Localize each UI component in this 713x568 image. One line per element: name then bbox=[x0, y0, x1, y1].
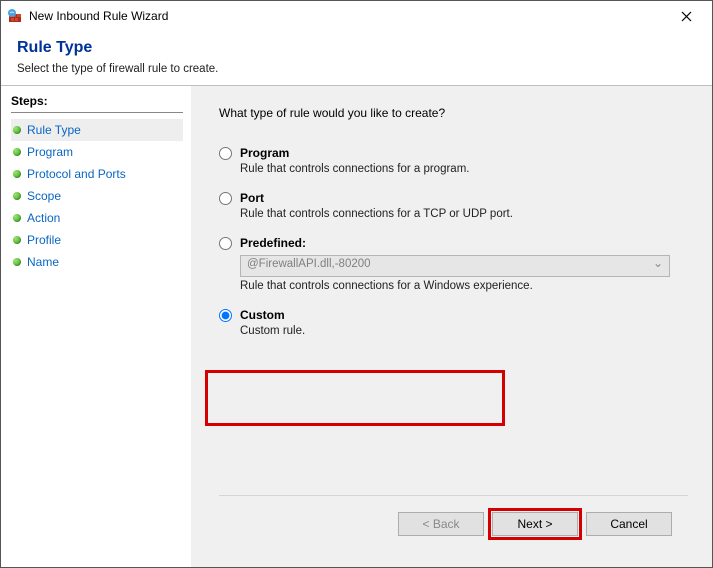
wizard-body: Steps: Rule Type Program Protocol and Po… bbox=[1, 86, 712, 567]
bullet-icon bbox=[13, 170, 21, 178]
radio-port-input[interactable] bbox=[219, 192, 232, 205]
step-name[interactable]: Name bbox=[11, 251, 183, 273]
step-label: Program bbox=[27, 145, 73, 159]
option-desc: Custom rule. bbox=[240, 325, 688, 337]
rule-type-options: Program Rule that controls connections f… bbox=[219, 146, 688, 337]
bullet-icon bbox=[13, 258, 21, 266]
step-label: Rule Type bbox=[27, 123, 81, 137]
step-label: Name bbox=[27, 255, 59, 269]
radio-custom[interactable]: Custom bbox=[219, 308, 688, 322]
firewall-icon bbox=[7, 8, 23, 24]
option-program: Program Rule that controls connections f… bbox=[219, 146, 688, 175]
radio-program[interactable]: Program bbox=[219, 146, 688, 160]
step-label: Profile bbox=[27, 233, 61, 247]
option-desc: Rule that controls connections for a pro… bbox=[240, 163, 688, 175]
content-pane: What type of rule would you like to crea… bbox=[191, 86, 712, 567]
option-custom: Custom Custom rule. bbox=[219, 308, 688, 337]
radio-predefined[interactable]: Predefined: bbox=[219, 236, 688, 250]
predefined-dropdown[interactable]: @FirewallAPI.dll,-80200 bbox=[240, 255, 670, 277]
rule-type-prompt: What type of rule would you like to crea… bbox=[219, 106, 688, 120]
bullet-icon bbox=[13, 192, 21, 200]
radio-predefined-input[interactable] bbox=[219, 237, 232, 250]
option-desc: Rule that controls connections for a Win… bbox=[240, 280, 688, 292]
page-header: Rule Type Select the type of firewall ru… bbox=[1, 31, 712, 85]
predefined-selected-value: @FirewallAPI.dll,-80200 bbox=[247, 258, 371, 270]
step-program[interactable]: Program bbox=[11, 141, 183, 163]
bullet-icon bbox=[13, 214, 21, 222]
steps-pane: Steps: Rule Type Program Protocol and Po… bbox=[1, 86, 191, 567]
close-button[interactable] bbox=[666, 2, 706, 30]
bullet-icon bbox=[13, 236, 21, 244]
step-protocol-ports[interactable]: Protocol and Ports bbox=[11, 163, 183, 185]
titlebar: New Inbound Rule Wizard bbox=[1, 1, 712, 31]
radio-program-input[interactable] bbox=[219, 147, 232, 160]
cancel-button[interactable]: Cancel bbox=[586, 512, 672, 536]
option-label: Program bbox=[240, 146, 289, 160]
next-button[interactable]: Next > bbox=[492, 512, 578, 536]
wizard-window: New Inbound Rule Wizard Rule Type Select… bbox=[0, 0, 713, 568]
option-port: Port Rule that controls connections for … bbox=[219, 191, 688, 220]
next-button-wrap: Next > bbox=[492, 512, 578, 536]
bullet-icon bbox=[13, 126, 21, 134]
step-action[interactable]: Action bbox=[11, 207, 183, 229]
step-rule-type[interactable]: Rule Type bbox=[11, 119, 183, 141]
page-subtitle: Select the type of firewall rule to crea… bbox=[17, 63, 696, 75]
step-scope[interactable]: Scope bbox=[11, 185, 183, 207]
option-predefined: Predefined: @FirewallAPI.dll,-80200 Rule… bbox=[219, 236, 688, 292]
option-label: Port bbox=[240, 191, 264, 205]
bullet-icon bbox=[13, 148, 21, 156]
page-heading: Rule Type bbox=[17, 39, 696, 57]
wizard-footer: < Back Next > Cancel bbox=[219, 495, 688, 551]
step-profile[interactable]: Profile bbox=[11, 229, 183, 251]
option-label: Predefined: bbox=[240, 236, 306, 250]
window-title: New Inbound Rule Wizard bbox=[29, 9, 666, 23]
option-label: Custom bbox=[240, 308, 285, 322]
radio-custom-input[interactable] bbox=[219, 309, 232, 322]
radio-port[interactable]: Port bbox=[219, 191, 688, 205]
steps-title: Steps: bbox=[11, 94, 183, 113]
step-label: Protocol and Ports bbox=[27, 167, 126, 181]
step-label: Action bbox=[27, 211, 60, 225]
option-desc: Rule that controls connections for a TCP… bbox=[240, 208, 688, 220]
back-button[interactable]: < Back bbox=[398, 512, 484, 536]
step-label: Scope bbox=[27, 189, 61, 203]
